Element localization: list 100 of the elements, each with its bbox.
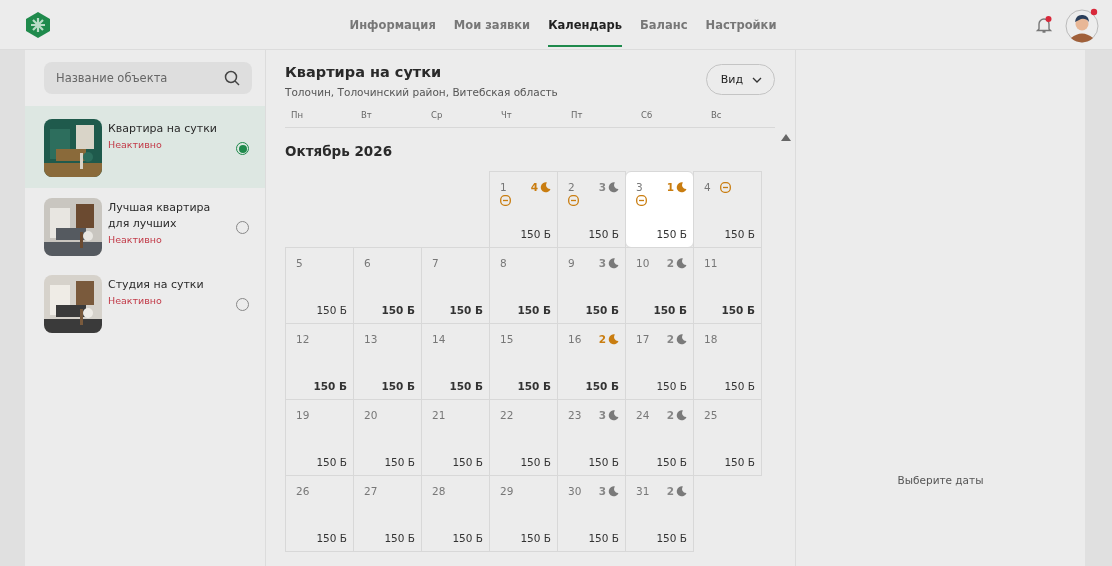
day-number: 21 (432, 409, 447, 421)
day-number: 6 (364, 257, 372, 269)
day-number: 16 (568, 333, 583, 345)
nights-count: 3 (598, 181, 606, 193)
day-price: 150 Б (316, 304, 347, 316)
weekday-label: Пт (571, 110, 584, 120)
moon-icon (608, 333, 619, 345)
weekday-label: Вс (711, 110, 723, 120)
day-number: 11 (704, 257, 719, 269)
weekday-label: Пн (291, 110, 304, 120)
nights-count: 3 (598, 485, 606, 497)
day-price: 150 Б (656, 456, 687, 468)
select-dates-hint: Выберите даты (897, 474, 984, 486)
nights-count: 3 (598, 257, 606, 269)
nights-count: 3 (598, 409, 606, 421)
scroll-up-icon[interactable] (781, 134, 791, 141)
bell-icon[interactable] (1034, 14, 1054, 35)
day-cell[interactable]: 3 1 150 Б (625, 171, 694, 248)
day-number: 20 (364, 409, 379, 421)
day-price: 150 Б (517, 380, 551, 392)
day-price: 150 Б (316, 456, 347, 468)
day-price: 150 Б (452, 456, 483, 468)
day-price: 150 Б (313, 380, 347, 392)
day-number: 17 (636, 333, 651, 345)
day-price: 150 Б (517, 304, 551, 316)
day-price: 150 Б (316, 532, 347, 544)
day-number: 23 (568, 409, 583, 421)
day-cell[interactable]: 26 150 Б (285, 475, 354, 552)
weekday-label: Ср (431, 110, 444, 120)
day-number: 8 (500, 257, 508, 269)
day-number: 13 (364, 333, 379, 345)
search-field[interactable]: Название объекта (44, 62, 252, 94)
day-price: 150 Б (520, 456, 551, 468)
weekday-label: Сб (641, 110, 654, 120)
chevron-down-icon (752, 76, 762, 83)
day-price: 150 Б (384, 456, 415, 468)
month-title: Октябрь 2026 (285, 143, 394, 159)
day-number: 22 (500, 409, 515, 421)
day-price: 150 Б (588, 228, 619, 240)
day-price: 150 Б (381, 380, 415, 392)
day-number: 24 (636, 409, 651, 421)
day-number: 1 (500, 181, 508, 193)
nights-count: 2 (666, 333, 674, 345)
day-price: 150 Б (520, 532, 551, 544)
day-number: 26 (296, 485, 311, 497)
day-cell[interactable]: 5 150 Б (285, 247, 354, 324)
moon-icon (608, 485, 619, 497)
nav-tab[interactable]: Баланс (640, 2, 688, 47)
day-number: 18 (704, 333, 719, 345)
property-address: Толочин, Толочинский район, Витебская область (285, 86, 558, 98)
day-price: 150 Б (585, 380, 619, 392)
nights-count: 2 (666, 257, 674, 269)
nights-count: 2 (598, 333, 606, 345)
moon-icon (676, 181, 687, 193)
day-price: 150 Б (452, 532, 483, 544)
day-number: 28 (432, 485, 447, 497)
moon-icon (608, 257, 619, 269)
property-item[interactable]: Квартира на сутки Неактивно (25, 106, 265, 188)
day-price: 150 Б (656, 532, 687, 544)
avatar[interactable] (1064, 6, 1100, 43)
moon-icon (676, 257, 687, 269)
weekday-label: Чт (501, 110, 513, 120)
nav-tab[interactable]: Настройки (705, 2, 777, 47)
day-number: 9 (568, 257, 576, 269)
nav-tab[interactable]: Информация (349, 2, 436, 47)
day-number: 31 (636, 485, 651, 497)
day-number: 14 (432, 333, 447, 345)
day-number: 27 (364, 485, 379, 497)
day-number: 12 (296, 333, 311, 345)
day-number: 25 (704, 409, 719, 421)
day-number: 15 (500, 333, 515, 345)
day-price: 150 Б (724, 456, 755, 468)
nights-count: 4 (530, 181, 538, 193)
day-cell[interactable]: 31 2 150 Б (625, 475, 694, 552)
day-price: 150 Б (520, 228, 551, 240)
day-number: 7 (432, 257, 440, 269)
day-cell[interactable]: 25 150 Б (693, 399, 762, 476)
day-price: 150 Б (585, 304, 619, 316)
day-cell[interactable]: 4 150 Б (693, 171, 762, 248)
day-number: 30 (568, 485, 583, 497)
search-icon[interactable] (224, 70, 240, 86)
day-price: 150 Б (653, 304, 687, 316)
nav-tab[interactable]: Мои заявки (453, 2, 531, 47)
moon-icon (608, 409, 619, 421)
logo-icon[interactable] (24, 10, 52, 39)
nights-count: 1 (666, 181, 674, 193)
day-price: 150 Б (724, 228, 755, 240)
day-price: 150 Б (588, 532, 619, 544)
nights-count: 2 (666, 409, 674, 421)
property-item[interactable]: Студия на сутки Неактивно (25, 265, 265, 342)
property-status: Неактивно (108, 295, 163, 306)
property-title: Квартира на сутки (108, 121, 218, 137)
moon-icon (608, 181, 619, 193)
moon-icon (676, 485, 687, 497)
property-item[interactable]: Лучшая квартира для лучших Неактивно (25, 188, 265, 265)
day-number: 19 (296, 409, 311, 421)
day-price: 150 Б (588, 456, 619, 468)
day-cell[interactable]: 1 4 150 Б (489, 171, 558, 248)
day-price: 150 Б (381, 304, 415, 316)
nav-tab[interactable]: Календарь (548, 2, 623, 47)
